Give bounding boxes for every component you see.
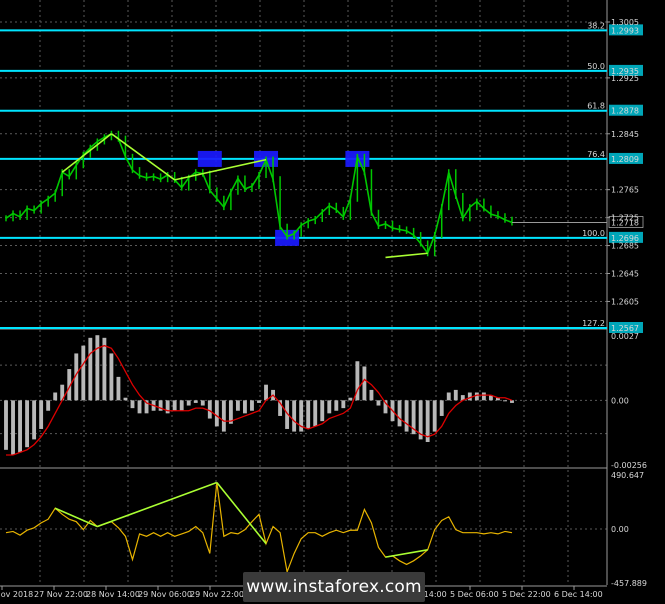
time-tick-label: 5 Dec 06:00 [450,590,499,599]
histogram-bar [235,400,240,411]
fib-ratio-label: 61.8 [587,102,605,111]
price-tick-label: 1.2725 [611,214,639,223]
histogram-bar [95,335,100,401]
histogram-bar [102,337,107,401]
histogram-bar [186,400,191,406]
histogram-bar [123,397,128,401]
price-tick-label: 1.2765 [611,186,639,195]
histogram-bar [193,400,198,403]
watermark-text: www.instaforex.com [246,577,422,597]
time-tick-label: 29 Nov 06:00 [138,590,192,599]
histogram-bar [453,389,458,401]
histogram-bar [327,400,332,414]
price-tick-label: 1.2645 [611,270,639,279]
fib-ratio-label: 76.4 [587,150,605,159]
histogram-bar [165,400,170,414]
fib-value-label: 1.2809 [611,155,639,164]
histogram-bar [348,397,353,401]
histogram-bar [481,392,486,401]
histogram-bar [200,400,205,406]
histogram-bar [25,400,30,448]
histogram-bar [109,353,114,401]
cci-tick-label: 0.00 [611,525,629,534]
histogram-bar [341,400,346,409]
histogram-bar [221,400,226,432]
histogram-bar [320,400,325,422]
histogram-bar [250,400,254,411]
histogram-bar [334,400,339,411]
histogram-bar [264,384,268,401]
fib-ratio-label: 100.0 [582,229,605,238]
histogram-bar [46,400,51,411]
fib-value-label: 1.2878 [611,107,639,116]
time-tick-label: 6 Dec 14:00 [554,590,603,599]
histogram-tick-label: 0.0027 [611,332,639,341]
histogram-bar [397,400,402,427]
price-tick-label: 1.3005 [611,18,639,27]
histogram-bar [257,400,261,403]
histogram-bar [362,366,367,401]
fib-ratio-label: 50.0 [587,62,605,71]
histogram-bar [4,400,8,450]
histogram-bar [510,400,514,403]
histogram-bar [404,400,409,432]
histogram-tick-label: -0.00256 [611,461,647,470]
price-tick-label: 1.2925 [611,74,639,83]
histogram-bar [18,400,22,453]
histogram-bar [376,400,381,406]
time-tick-label: 27 Nov 22:00 [34,590,88,599]
histogram-bar [467,392,472,401]
price-zone-marker [197,150,222,167]
histogram-bar [130,400,135,409]
chart-background [0,0,665,604]
time-tick-label: 29 Nov 22:00 [190,590,244,599]
histogram-bar [432,400,437,432]
histogram-bar [439,400,444,416]
fib-value-label: 1.2993 [611,26,639,35]
histogram-bar [306,400,311,429]
cci-tick-label: 490.647 [611,471,644,480]
histogram-bar [137,400,142,414]
time-tick-label: 5 Dec 22:00 [502,590,551,599]
histogram-bar [214,400,219,427]
cci-tick-label: -457.889 [611,579,647,588]
histogram-bar [207,400,212,419]
histogram-bar [474,392,479,401]
histogram-bar [292,400,297,432]
histogram-bar [503,400,507,402]
price-tick-label: 1.2845 [611,130,639,139]
histogram-bar [243,400,247,414]
histogram-bar [81,345,86,401]
histogram-bar [53,392,58,401]
chart-canvas: 38.21.299350.01.293561.81.287876.41.2809… [0,0,665,604]
histogram-bar [88,337,93,401]
histogram-bar [369,389,374,401]
histogram-bar [179,400,184,411]
fib-ratio-label: 127.2 [582,319,605,328]
fib-ratio-label: 38.2 [587,21,605,30]
histogram-bar [39,400,44,429]
histogram-bar [32,400,37,440]
histogram-bar [446,392,451,401]
price-tick-label: 1.2685 [611,242,639,251]
histogram-bar [313,400,318,427]
price-tick-label: 1.2605 [611,297,639,306]
histogram-bar [116,376,121,401]
time-tick-label: 28 Nov 14:00 [86,590,140,599]
histogram-bar [172,400,177,411]
histogram-tick-label: 0.00 [611,396,629,405]
histogram-bar [11,400,15,456]
time-tick-label: 27 Nov 2018 [0,590,33,599]
